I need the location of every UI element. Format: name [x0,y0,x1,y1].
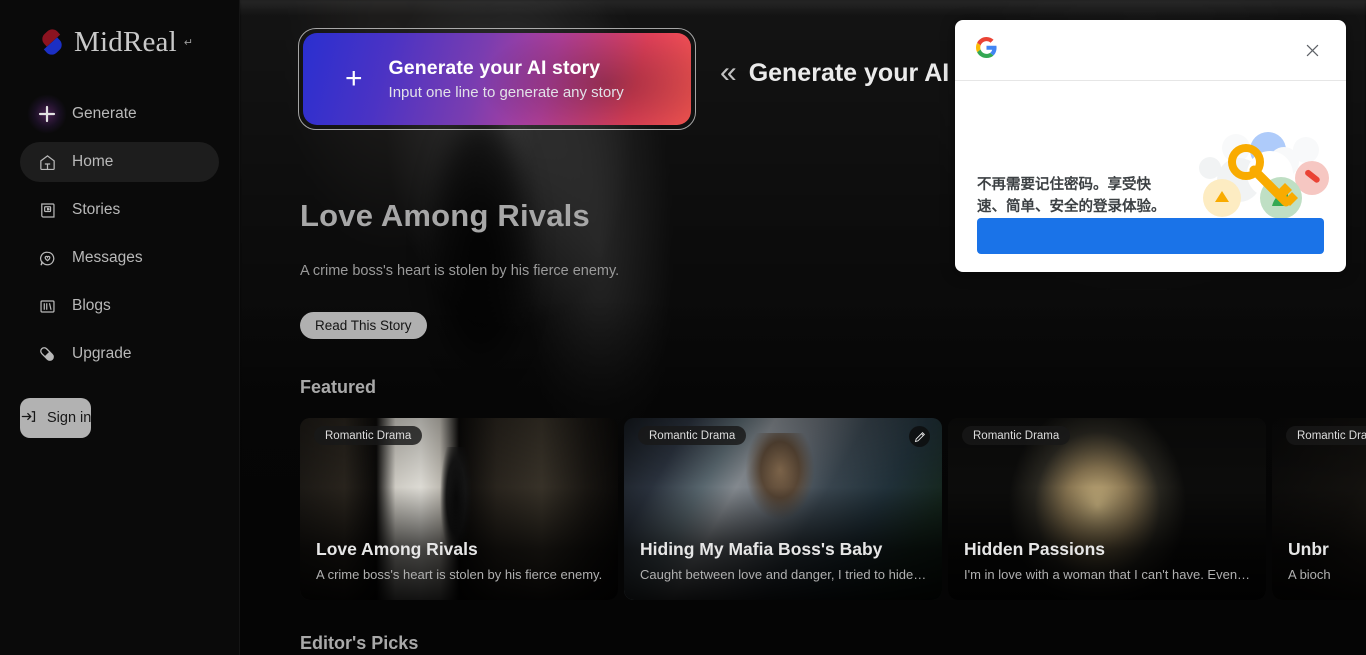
generate-story-cta-ring: + Generate your AI story Input one line … [298,28,696,130]
cta-title: Generate your AI story [388,57,601,79]
card-title: Love Among Rivals [316,539,478,559]
sidebar-item-label: Blogs [72,297,111,314]
google-one-tap-popup: 不再需要记住密码。享受快速、简单、安全的登录体验。 [955,20,1346,272]
cta-subtitle: Input one line to generate any story [388,84,624,101]
pencil-icon[interactable] [909,426,930,447]
story-card[interactable]: Romantic Drama Hidden Passions I'm in lo… [948,418,1266,600]
sidebar-item-blogs[interactable]: Blogs [20,286,219,326]
plus-icon [27,94,67,134]
card-title: Hidden Passions [964,539,1106,559]
sidebar: MidReal ↵ Generate Home Stories Messages… [0,0,240,655]
hero-block: Love Among Rivals A crime boss's heart i… [300,198,619,339]
pill-logo-icon [36,26,68,58]
logo-mark: ↵ [183,36,194,49]
hero-title: Love Among Rivals [300,198,590,233]
google-g-icon [976,37,997,63]
sidebar-item-messages[interactable]: Messages [20,238,219,278]
continue-button[interactable] [977,218,1324,254]
section-title-featured: Featured [300,377,377,397]
sidebar-item-label: Messages [72,249,143,266]
genre-badge: Romantic Drama [962,426,1071,445]
close-icon[interactable] [1299,37,1325,63]
sidebar-item-label: Upgrade [72,345,132,362]
login-arrow-icon [20,408,37,429]
pill-icon [36,343,58,365]
sidebar-item-home[interactable]: Home [20,142,219,182]
story-card[interactable]: Romantic Drama Love Among Rivals A crime… [300,418,618,600]
genre-badge: Romantic Drama [1286,426,1366,445]
sidebar-item-generate[interactable]: Generate [20,94,219,134]
generate-story-button[interactable]: + Generate your AI story Input one line … [303,33,691,125]
popup-message: 不再需要记住密码。享受快速、简单、安全的登录体验。 [977,177,1166,216]
sidebar-item-stories[interactable]: Stories [20,190,219,230]
sidebar-item-upgrade[interactable]: Upgrade [20,334,219,374]
sidebar-nav: Generate Home Stories Messages Blogs Upg… [0,94,239,374]
featured-cards-row: Romantic Drama Love Among Rivals A crime… [300,418,1366,600]
home-icon [36,151,58,173]
read-this-story-button[interactable]: Read This Story [300,312,427,339]
genre-badge: Romantic Drama [314,426,423,445]
sidebar-item-label: Stories [72,201,121,218]
blogs-icon [36,295,58,317]
story-card[interactable]: Romantic Drama Unbr A bioch [1272,418,1366,600]
genre-badge: Romantic Drama [638,426,747,445]
chat-heart-icon [36,247,58,269]
book-icon [36,199,58,221]
card-description: I'm in love with a woman that I can't ha… [964,567,1251,582]
section-title-editors-picks: Editor's Picks [300,633,419,653]
app-root: MidReal ↵ Generate Home Stories Messages… [0,0,1366,655]
card-title: Hiding My Mafia Boss's Baby [640,539,883,559]
card-description: Caught between love and danger, I tried … [640,567,927,582]
sidebar-item-label: Home [72,153,114,170]
story-card[interactable]: Romantic Drama Hiding My Mafia Boss's Ba… [624,418,942,600]
popup-body: 不再需要记住密码。享受快速、简单、安全的登录体验。 [955,81,1346,272]
plus-icon: + [345,62,363,95]
sign-in-label: Sign in [47,410,92,426]
top-sheen [240,0,1366,16]
logo-text: MidReal [74,25,177,58]
card-description: A crime boss's heart is stolen by his fi… [316,567,603,582]
app-logo[interactable]: MidReal ↵ [0,0,239,58]
double-chevron-left-icon[interactable]: « [720,58,737,88]
sidebar-item-label: Generate [72,105,137,122]
key-circles-illustration [1184,128,1334,224]
card-title: Unbr [1288,539,1329,559]
popup-header [955,20,1346,81]
card-description: A bioch [1288,567,1331,582]
sign-in-button[interactable]: Sign in [20,398,92,438]
hero-description: A crime boss's heart is stolen by his fi… [300,263,620,279]
